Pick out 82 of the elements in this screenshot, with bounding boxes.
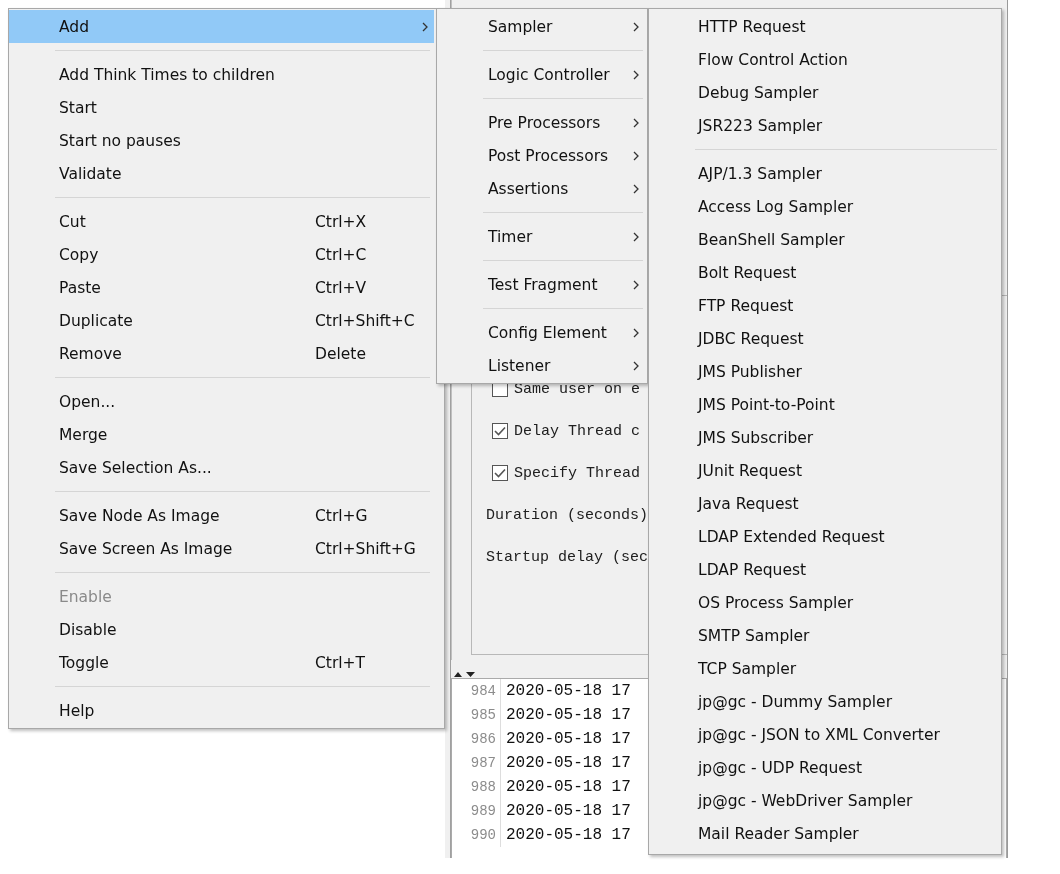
shortcut-label: Ctrl+G: [315, 506, 369, 525]
line-number: 984: [452, 679, 501, 703]
menu-item[interactable]: Merge: [9, 418, 434, 451]
menu-item[interactable]: BeanShell Sampler: [649, 223, 1001, 256]
shortcut-label: Ctrl+Shift+G: [315, 539, 417, 558]
shortcut-label: Ctrl+Shift+C: [315, 311, 416, 330]
menu-item[interactable]: Start: [9, 91, 434, 124]
menu-item[interactable]: Duplicate Ctrl+Shift+C: [9, 304, 434, 337]
log-line: 2020-05-18 17: [505, 706, 631, 724]
menu-item[interactable]: Assertions: [437, 172, 647, 205]
menu-item[interactable]: Flow Control Action: [649, 43, 1001, 76]
menu-item[interactable]: Access Log Sampler: [649, 190, 1001, 223]
shortcut-label: Ctrl+X: [315, 212, 368, 231]
shortcut-label: Ctrl+V: [315, 278, 368, 297]
checkbox-label: Specify Thread: [514, 464, 641, 482]
menu-item[interactable]: Add Think Times to children: [9, 58, 434, 91]
log-line: 2020-05-18 17: [505, 754, 631, 772]
menu-item[interactable]: jp@gc - Dummy Sampler: [649, 685, 1001, 718]
menu-item[interactable]: JUnit Request: [649, 454, 1001, 487]
line-number: 985: [452, 703, 501, 727]
menu-item[interactable]: Config Element: [437, 316, 647, 349]
checkbox-label: Same user on e: [514, 380, 641, 398]
menu-item[interactable]: Save Node As Image Ctrl+G: [9, 499, 434, 532]
menu-item[interactable]: JMS Point-to-Point: [649, 388, 1001, 421]
menu-item[interactable]: JMS Publisher: [649, 355, 1001, 388]
log-line: 2020-05-18 17: [505, 730, 631, 748]
menu-item[interactable]: Sampler: [437, 10, 647, 43]
menu-item[interactable]: Java Request: [649, 487, 1001, 520]
menu-item[interactable]: Cut Ctrl+X: [9, 205, 434, 238]
log-line: 2020-05-18 17: [505, 802, 631, 820]
menu-item[interactable]: Save Selection As...: [9, 451, 434, 484]
menu-item[interactable]: jp@gc - UDP Request: [649, 751, 1001, 784]
menu-item[interactable]: Logic Controller: [437, 58, 647, 91]
line-number: 989: [452, 799, 501, 823]
menu-item[interactable]: jp@gc - JSON to XML Converter: [649, 718, 1001, 751]
menu-item[interactable]: Help: [9, 694, 434, 727]
line-number: 988: [452, 775, 501, 799]
menu-item[interactable]: Test Fragment: [437, 268, 647, 301]
menu-item[interactable]: JSR223 Sampler: [649, 109, 1001, 142]
menu-item[interactable]: Validate: [9, 157, 434, 190]
menu-item[interactable]: SMTP Sampler: [649, 619, 1001, 652]
menu-item[interactable]: HTTP Request: [649, 10, 1001, 43]
menu-item[interactable]: Open...: [9, 385, 434, 418]
menu-item[interactable]: AJP/1.3 Sampler: [649, 157, 1001, 190]
field-label: Startup delay (sec: [486, 548, 649, 566]
menu-item[interactable]: Bolt Request: [649, 256, 1001, 289]
menu-item[interactable]: jp@gc - WebDriver Sampler: [649, 784, 1001, 817]
checkbox[interactable]: [492, 465, 508, 481]
menu-item[interactable]: Mail Reader Sampler: [649, 817, 1001, 850]
menu-item[interactable]: Debug Sampler: [649, 76, 1001, 109]
menu-item[interactable]: LDAP Request: [649, 553, 1001, 586]
menu-item[interactable]: OS Process Sampler: [649, 586, 1001, 619]
checkbox[interactable]: [492, 423, 508, 439]
menu-item[interactable]: Save Screen As Image Ctrl+Shift+G: [9, 532, 434, 565]
log-line: 2020-05-18 17: [505, 778, 631, 796]
menu-item[interactable]: Post Processors: [437, 139, 647, 172]
checkbox-label: Delay Thread c: [514, 422, 641, 440]
line-number: 986: [452, 727, 501, 751]
menu-item[interactable]: Remove Delete: [9, 337, 434, 370]
menu-item[interactable]: FTP Request: [649, 289, 1001, 322]
split-arrows-icon[interactable]: [454, 671, 476, 678]
shortcut-label: Delete: [315, 344, 367, 363]
line-number: 987: [452, 751, 501, 775]
menu-item[interactable]: Pre Processors: [437, 106, 647, 139]
menu-item[interactable]: JMS Subscriber: [649, 421, 1001, 454]
line-number: 990: [452, 823, 501, 847]
menu-item[interactable]: Listener: [437, 349, 647, 382]
shortcut-label: Ctrl+T: [315, 653, 367, 672]
menu-item[interactable]: Toggle Ctrl+T: [9, 646, 434, 679]
menu-item[interactable]: Add: [9, 10, 434, 43]
field-label: Duration (seconds): [486, 506, 649, 524]
menu-item[interactable]: TCP Sampler: [649, 652, 1001, 685]
menu-item[interactable]: Timer: [437, 220, 647, 253]
menu-item[interactable]: LDAP Extended Request: [649, 520, 1001, 553]
menu-item[interactable]: JDBC Request: [649, 322, 1001, 355]
menu-item[interactable]: Paste Ctrl+V: [9, 271, 434, 304]
menu-item[interactable]: Copy Ctrl+C: [9, 238, 434, 271]
log-line: 2020-05-18 17: [505, 826, 631, 844]
log-line: 2020-05-18 17: [505, 682, 631, 700]
menu-item[interactable]: Start no pauses: [9, 124, 434, 157]
shortcut-label: Ctrl+C: [315, 245, 368, 264]
menu-item[interactable]: Disable: [9, 613, 434, 646]
